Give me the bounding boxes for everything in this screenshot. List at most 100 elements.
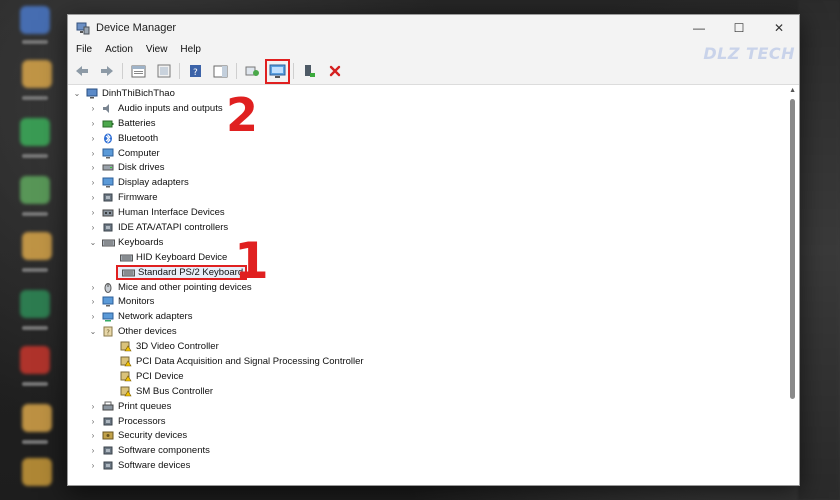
menu-action[interactable]: Action bbox=[105, 44, 133, 55]
chevron-right-icon[interactable]: › bbox=[88, 431, 98, 440]
keyboard-icon bbox=[120, 252, 133, 263]
properties-window-button[interactable] bbox=[129, 62, 148, 81]
back-arrow-icon bbox=[75, 66, 88, 76]
tree-device-row[interactable]: HID Keyboard Device bbox=[68, 250, 789, 265]
desktop-app-icon[interactable] bbox=[20, 6, 50, 34]
toolbar: ? DLZ TECH bbox=[68, 44, 799, 85]
tree-item-label: Processors bbox=[118, 415, 166, 427]
title-bar[interactable]: Device Manager — ☐ ✕ bbox=[68, 15, 799, 41]
chevron-down-icon[interactable]: ⌄ bbox=[88, 238, 98, 247]
chevron-right-icon[interactable]: › bbox=[88, 104, 98, 113]
tree-category-row[interactable]: › Print queues bbox=[68, 399, 789, 414]
chevron-right-icon[interactable]: › bbox=[88, 163, 98, 172]
tree-item-label: Monitors bbox=[118, 296, 155, 308]
chevron-down-icon[interactable]: ⌄ bbox=[88, 327, 98, 336]
chevron-right-icon[interactable]: › bbox=[88, 417, 98, 426]
chevron-right-icon[interactable]: › bbox=[88, 283, 98, 292]
folder-icon[interactable] bbox=[22, 404, 52, 432]
maximize-button[interactable]: ☐ bbox=[719, 15, 759, 41]
keyboard-icon bbox=[102, 237, 115, 248]
tree-category-row[interactable]: › Bluetooth bbox=[68, 131, 789, 146]
tree-device-row[interactable]: Standard PS/2 Keyboard bbox=[68, 264, 789, 280]
tree-category-row[interactable]: › Software components bbox=[68, 443, 789, 458]
close-button[interactable]: ✕ bbox=[759, 15, 799, 41]
selected-item-highlight[interactable]: Standard PS/2 Keyboard bbox=[116, 264, 248, 280]
folder-icon[interactable] bbox=[22, 458, 52, 486]
update-driver-button[interactable] bbox=[265, 58, 290, 84]
uninstall-x-icon bbox=[329, 65, 340, 77]
help-button[interactable]: ? bbox=[186, 62, 205, 81]
scroll-up-arrow-icon[interactable]: ▲ bbox=[789, 87, 796, 94]
other-icon: ? bbox=[102, 326, 114, 337]
enable-device-button[interactable] bbox=[300, 62, 319, 81]
tree-category-row[interactable]: › Network adapters bbox=[68, 309, 789, 324]
chevron-right-icon[interactable]: › bbox=[88, 312, 98, 321]
show-hidden-icon bbox=[157, 64, 170, 78]
tree-category-row[interactable]: › Audio inputs and outputs bbox=[68, 101, 789, 116]
tree-device-row[interactable]: PCI Data Acquisition and Signal Processi… bbox=[68, 354, 789, 369]
chevron-right-icon[interactable]: › bbox=[88, 119, 98, 128]
tree-item-label: IDE ATA/ATAPI controllers bbox=[118, 221, 229, 233]
desktop-app-icon[interactable] bbox=[20, 346, 50, 374]
chevron-right-icon[interactable]: › bbox=[88, 178, 98, 187]
tree-device-row[interactable]: SM Bus Controller bbox=[68, 384, 789, 399]
tree-item-label: Network adapters bbox=[118, 311, 193, 323]
tree-category-row[interactable]: › Human Interface Devices bbox=[68, 205, 789, 220]
tree-category-row[interactable]: › Processors bbox=[68, 414, 789, 429]
scan-hardware-button[interactable] bbox=[243, 62, 262, 81]
tree-item-label: PCI Device bbox=[136, 370, 184, 382]
action-pane-icon bbox=[213, 65, 228, 77]
tree-item-label: Software components bbox=[118, 445, 210, 457]
tree-category-row[interactable]: › Monitors bbox=[68, 294, 789, 309]
tree-category-row[interactable]: › Display adapters bbox=[68, 175, 789, 190]
tree-category-row[interactable]: ⌄ Keyboards bbox=[68, 235, 789, 250]
tree-root[interactable]: ⌄ DinhThiBichThao bbox=[68, 86, 789, 101]
vertical-scrollbar[interactable] bbox=[790, 99, 795, 399]
tree-category-row[interactable]: › IDE ATA/ATAPI controllers bbox=[68, 220, 789, 235]
tree-category-row[interactable]: ⌄? Other devices bbox=[68, 324, 789, 339]
speaker-icon bbox=[102, 103, 114, 114]
tree-device-row[interactable]: 3D Video Controller bbox=[68, 339, 789, 354]
forward-button[interactable] bbox=[97, 62, 116, 81]
chevron-down-icon[interactable]: ⌄ bbox=[72, 89, 82, 98]
uninstall-device-button[interactable] bbox=[325, 62, 344, 81]
folder-icon[interactable] bbox=[22, 232, 52, 260]
menu-file[interactable]: File bbox=[76, 44, 92, 55]
chevron-right-icon[interactable]: › bbox=[88, 193, 98, 202]
chevron-right-icon[interactable]: › bbox=[88, 149, 98, 158]
desktop-app-icon[interactable] bbox=[20, 118, 50, 146]
back-button[interactable] bbox=[72, 62, 91, 81]
menu-help[interactable]: Help bbox=[180, 44, 201, 55]
tree-item-label: Mice and other pointing devices bbox=[118, 281, 252, 293]
security-icon bbox=[102, 430, 114, 441]
tree-category-row[interactable]: › Disk drives bbox=[68, 160, 789, 175]
chip-icon bbox=[102, 192, 114, 203]
minimize-button[interactable]: — bbox=[679, 15, 719, 41]
chevron-right-icon[interactable]: › bbox=[88, 223, 98, 232]
tree-category-row[interactable]: › Batteries bbox=[68, 116, 789, 131]
tree-category-row[interactable]: › Software devices bbox=[68, 458, 789, 473]
folder-icon[interactable] bbox=[22, 60, 52, 88]
mouse-icon bbox=[102, 282, 114, 293]
chevron-right-icon[interactable]: › bbox=[88, 461, 98, 470]
tree-category-row[interactable]: › Mice and other pointing devices bbox=[68, 280, 789, 295]
tree-category-row[interactable]: › Security devices bbox=[68, 428, 789, 443]
chevron-right-icon[interactable]: › bbox=[88, 402, 98, 411]
menu-view[interactable]: View bbox=[146, 44, 168, 55]
chevron-right-icon[interactable]: › bbox=[88, 446, 98, 455]
desktop-icon-label bbox=[22, 268, 48, 272]
hid-icon bbox=[102, 207, 114, 218]
tree-device-row[interactable]: PCI Device bbox=[68, 369, 789, 384]
chevron-right-icon[interactable]: › bbox=[88, 208, 98, 217]
chevron-right-icon[interactable]: › bbox=[88, 297, 98, 306]
desktop-right-edge bbox=[798, 0, 840, 500]
tree-category-row[interactable]: › Computer bbox=[68, 146, 789, 161]
action-pane-button[interactable] bbox=[211, 62, 230, 81]
chevron-right-icon[interactable]: › bbox=[88, 134, 98, 143]
desktop-app-icon[interactable] bbox=[20, 176, 50, 204]
tree-item-label: Batteries bbox=[118, 117, 156, 129]
desktop-app-icon[interactable] bbox=[20, 290, 50, 318]
show-hidden-button[interactable] bbox=[154, 62, 173, 81]
tree-category-row[interactable]: › Firmware bbox=[68, 190, 789, 205]
tree-item-label: 3D Video Controller bbox=[136, 341, 219, 353]
